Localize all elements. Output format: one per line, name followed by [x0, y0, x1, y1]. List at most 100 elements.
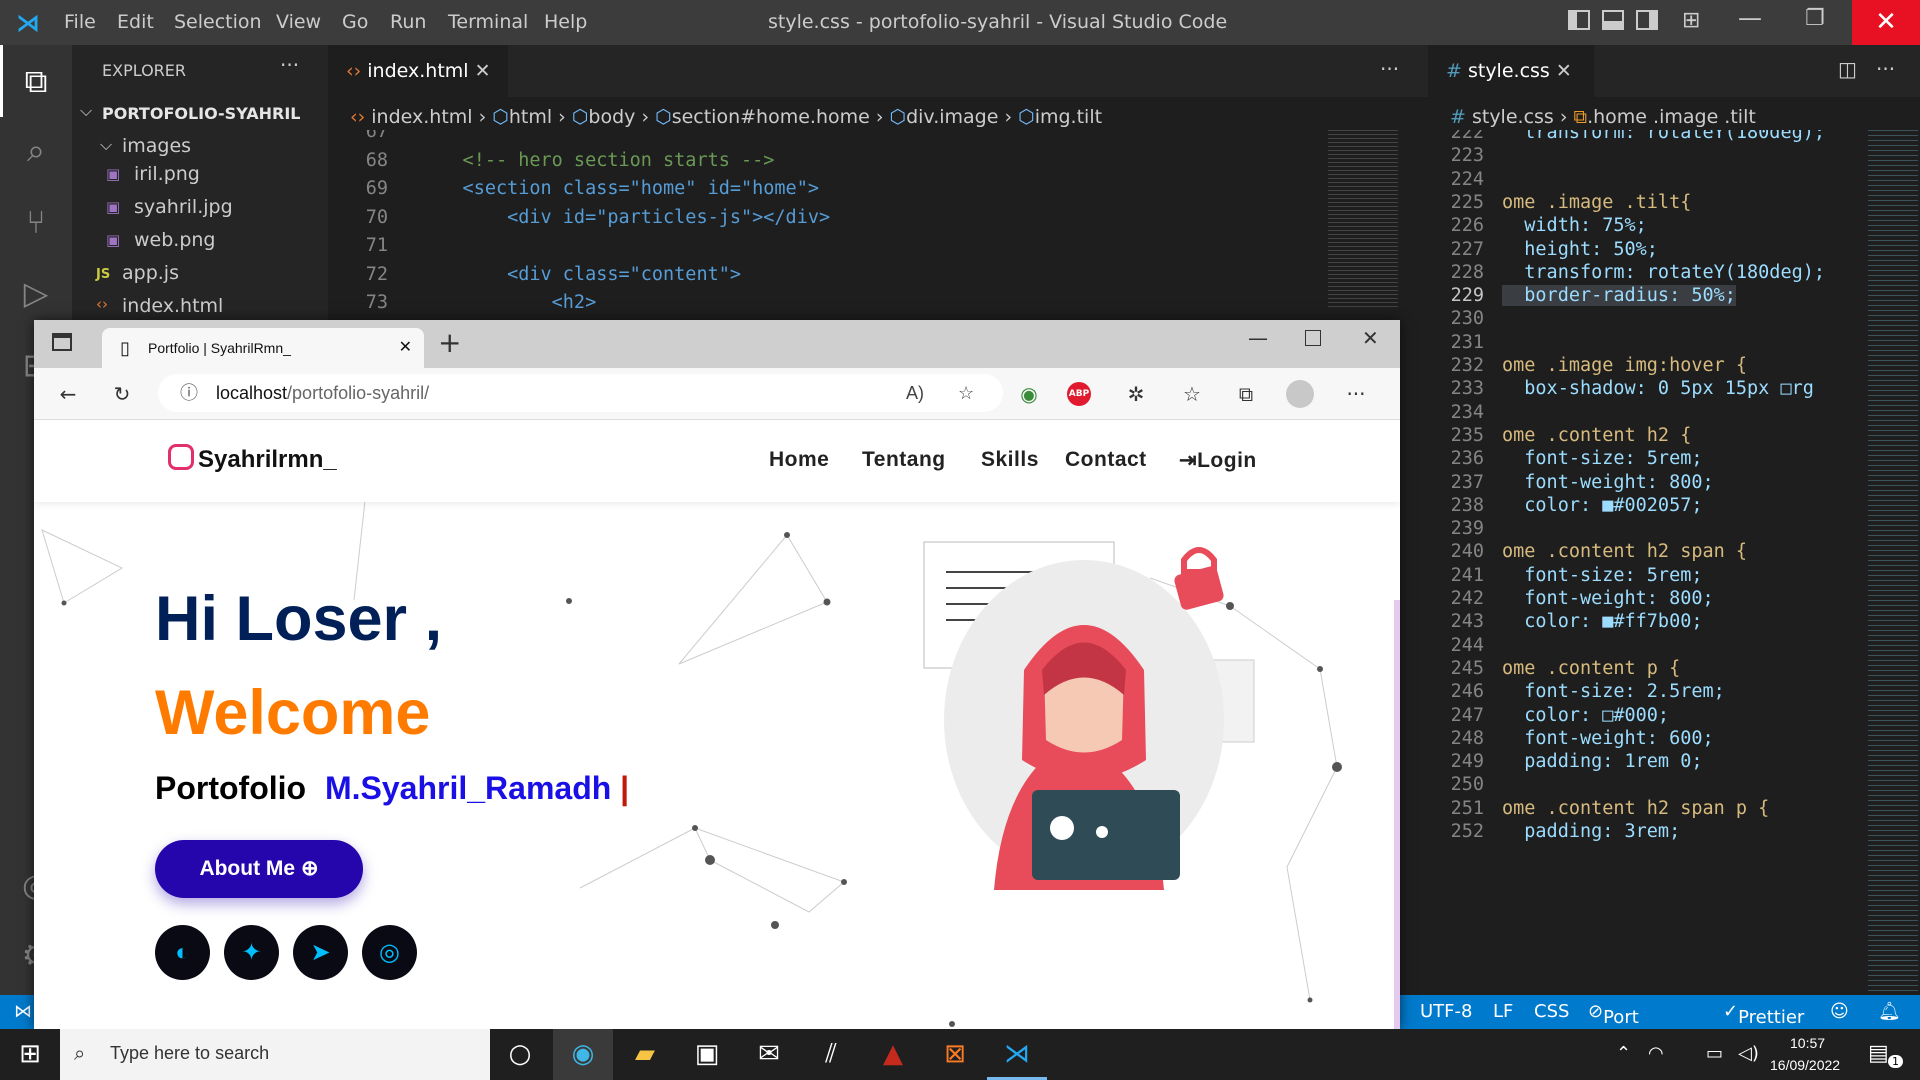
back-icon[interactable]: ← [52, 378, 84, 410]
breadcrumb-item[interactable]: index.html [371, 106, 472, 128]
feedback-icon[interactable]: ☺ [1830, 1001, 1849, 1022]
breadcrumb-item[interactable]: html [509, 106, 552, 128]
edge-icon[interactable]: ◉ [553, 1029, 613, 1080]
minimize-icon[interactable]: — [1248, 326, 1268, 350]
notification-center-icon[interactable]: ▤ [1868, 1041, 1889, 1066]
taskbar-search[interactable]: ⌕ Type here to search [60, 1029, 490, 1080]
nav-login[interactable]: ⇥Login [1179, 448, 1257, 473]
close-tab-icon[interactable]: ✕ [399, 328, 412, 368]
breadcrumb-item[interactable]: style.css [1472, 106, 1554, 128]
about-me-button[interactable]: About Me ⊕ [155, 840, 363, 898]
status-prettier[interactable]: ✓ Prettier [1723, 1001, 1804, 1028]
status-eol[interactable]: LF [1493, 1001, 1513, 1022]
project-folder[interactable]: PORTOFOLIO-SYAHRIL [102, 104, 300, 123]
collections-icon[interactable]: ⧉ [1230, 378, 1262, 410]
customize-layout-icon[interactable]: ⊞ [1682, 8, 1700, 33]
toggle-sidebar-icon[interactable] [1568, 10, 1590, 30]
extension-globe-icon[interactable]: ◉ [1013, 378, 1045, 410]
vscode-taskbar-icon[interactable]: ⋊ [987, 1029, 1047, 1080]
tab-index-html[interactable]: ‹› index.html ✕ [328, 45, 508, 97]
clock-time[interactable]: 10:57 [1790, 1035, 1825, 1051]
menu-go[interactable]: Go [342, 11, 368, 33]
explorer-more-icon[interactable]: ··· [280, 53, 299, 77]
read-aloud-icon[interactable]: A) [906, 374, 924, 412]
twitter-icon[interactable]: ✦ [224, 925, 279, 980]
breadcrumb-item[interactable]: .home .image .tilt [1587, 106, 1756, 128]
status-encoding[interactable]: UTF-8 [1420, 1001, 1472, 1022]
menu-terminal[interactable]: Terminal [448, 11, 528, 33]
tree-item-app-js[interactable]: app.js [122, 262, 179, 284]
refresh-icon[interactable]: ↻ [106, 378, 138, 410]
settings-more-icon[interactable]: ··· [1340, 378, 1372, 410]
store-icon[interactable]: ▣ [677, 1029, 737, 1080]
site-logo[interactable]: Syahrilrmn_ [198, 446, 337, 474]
toggle-panel-icon[interactable] [1602, 10, 1624, 30]
restore-icon[interactable]: ❐ [1805, 6, 1825, 31]
code-area[interactable]: 67 68 <!-- hero section starts --> 69 <s… [328, 130, 1328, 310]
menu-help[interactable]: Help [544, 11, 587, 33]
breadcrumb-item[interactable]: img.tilt [1035, 106, 1102, 128]
toggle-secondary-sidebar-icon[interactable] [1636, 10, 1658, 30]
github-icon[interactable]: ◐ [155, 925, 210, 980]
maximize-icon[interactable] [1305, 330, 1321, 346]
tree-item-web-png[interactable]: web.png [134, 229, 216, 251]
remote-icon[interactable]: ⋈ [14, 1001, 32, 1022]
tree-item-syahril-jpg[interactable]: syahril.jpg [134, 196, 233, 218]
telegram-icon[interactable]: ➤ [293, 925, 348, 980]
more-actions-icon[interactable]: ··· [1380, 57, 1399, 81]
xampp-icon[interactable]: ⊠ [925, 1029, 985, 1080]
breadcrumb-item[interactable]: div.image [906, 106, 998, 128]
search-icon[interactable]: ⌕ [16, 130, 56, 170]
notifications-bell-icon[interactable]: 🔔︎ [1878, 1001, 1901, 1022]
close-icon[interactable]: ✕ [1362, 326, 1379, 350]
adblock-icon[interactable]: ABP [1067, 382, 1091, 406]
status-live-server[interactable]: ⊘ Port : 5500 [1588, 1001, 1649, 1070]
minimap[interactable] [1328, 130, 1398, 310]
page-scrollbar[interactable] [1394, 600, 1400, 1029]
menu-selection[interactable]: Selection [174, 11, 262, 33]
browser-tab-portfolio[interactable]: ▯ Portfolio | SyahrilRmn_ ✕ [102, 328, 424, 368]
tree-item-index-html[interactable]: index.html [122, 295, 223, 317]
nav-contact[interactable]: Contact [1065, 448, 1147, 472]
source-control-icon[interactable]: ⑂ [16, 202, 56, 242]
tree-item-iril-png[interactable]: iril.png [134, 163, 200, 185]
tree-item-images[interactable]: images [122, 135, 191, 157]
app-icon[interactable]: ⫽ [801, 1029, 861, 1080]
volume-icon[interactable]: ◁) [1738, 1043, 1759, 1064]
extensions-icon[interactable]: ✲ [1120, 378, 1152, 410]
split-editor-icon[interactable]: ◫ [1838, 57, 1857, 81]
menu-run[interactable]: Run [390, 11, 426, 33]
windows-start-icon[interactable]: ⊞ [0, 1029, 60, 1080]
nav-skills[interactable]: Skills [981, 448, 1039, 472]
breadcrumb-item[interactable]: section#home.home [672, 106, 870, 128]
close-tab-icon[interactable]: ✕ [475, 60, 491, 82]
address-bar[interactable]: ⓘ localhost/portofolio-syahril/ A) ☆ [158, 374, 1003, 412]
favorite-add-icon[interactable]: ☆ [958, 374, 974, 412]
menu-edit[interactable]: Edit [117, 11, 154, 33]
profile-avatar[interactable] [1286, 380, 1314, 408]
close-tab-icon[interactable]: ✕ [1556, 60, 1572, 82]
breadcrumb-item[interactable]: body [588, 106, 635, 128]
new-tab-icon[interactable]: + [438, 326, 461, 359]
minimize-icon[interactable]: — [1738, 4, 1762, 32]
explorer-icon[interactable]: ⧉ [16, 61, 56, 101]
tray-chevron-icon[interactable]: ⌃ [1616, 1043, 1631, 1064]
tab-style-css[interactable]: # style.css ✕ [1428, 45, 1594, 97]
run-debug-icon[interactable]: ▷ [16, 273, 56, 313]
close-window-button[interactable]: ✕ [1852, 0, 1920, 45]
instagram-social-icon[interactable]: ◎ [362, 925, 417, 980]
minimap[interactable] [1868, 130, 1918, 995]
menu-file[interactable]: File [64, 11, 96, 33]
mail-icon[interactable]: ✉ [739, 1029, 799, 1080]
status-language[interactable]: CSS [1534, 1001, 1569, 1022]
nav-tentang[interactable]: Tentang [862, 448, 946, 472]
clock-date[interactable]: 16/09/2022 [1770, 1057, 1840, 1073]
menu-view[interactable]: View [276, 11, 321, 33]
tab-actions-icon[interactable] [52, 333, 72, 351]
task-view-icon[interactable]: ○ [490, 1029, 550, 1080]
more-actions-icon[interactable]: ··· [1876, 57, 1895, 81]
file-explorer-icon[interactable]: ▰ [615, 1029, 675, 1080]
nav-home[interactable]: Home [769, 448, 829, 472]
code-area[interactable]: 222 transform: rotateY(180deg); 223 224 225… [1428, 130, 1868, 995]
favorites-icon[interactable]: ☆ [1176, 378, 1208, 410]
